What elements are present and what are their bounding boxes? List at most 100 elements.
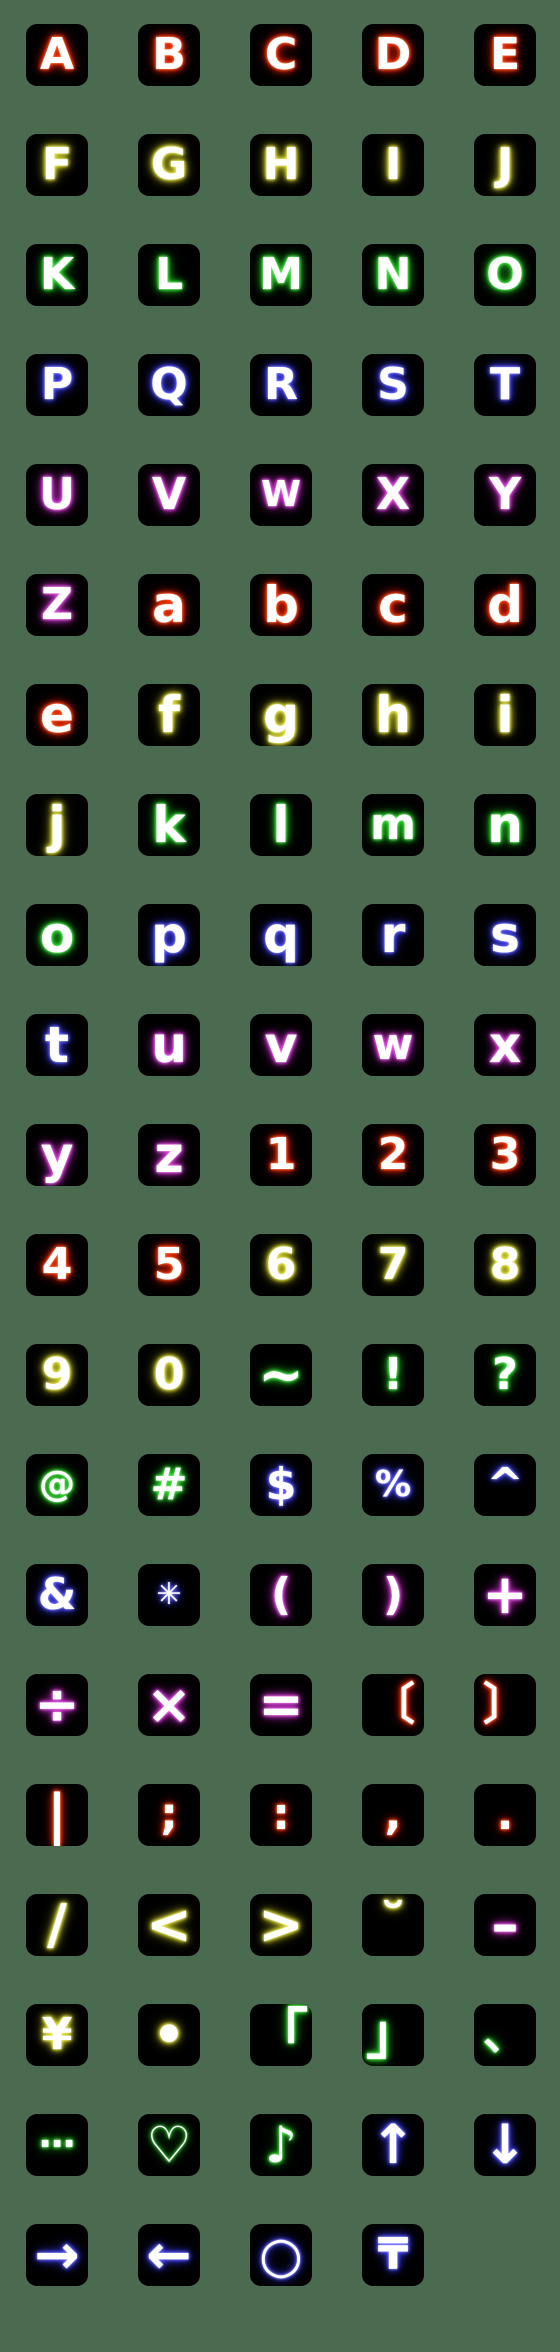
glyph-tile-exclamation-mark[interactable]: ! <box>362 1344 424 1406</box>
glyph-tile-letter-f[interactable]: F <box>26 134 88 196</box>
glyph-tile-letter-s[interactable]: S <box>362 354 424 416</box>
glyph-tile-tenge-currency-symbol[interactable]: ₸ <box>362 2224 424 2286</box>
glyph-tile-left-parenthesis[interactable]: ( <box>250 1564 312 1626</box>
glyph-tile-percent-symbol[interactable]: % <box>362 1454 424 1516</box>
glyph-tile-multiplication-symbol[interactable]: × <box>138 1674 200 1736</box>
glyph-tile-plus-symbol[interactable]: + <box>474 1564 536 1626</box>
glyph-tile-letter-k[interactable]: K <box>26 244 88 306</box>
glyph-tile-letter-a-lower[interactable]: a <box>138 574 200 636</box>
glyph-tile-letter-v-lower[interactable]: v <box>250 1014 312 1076</box>
glyph-tile-letter-n[interactable]: N <box>362 244 424 306</box>
glyph-tile-arrow-right-icon[interactable]: → <box>26 2224 88 2286</box>
glyph-tile-letter-q[interactable]: Q <box>138 354 200 416</box>
glyph-tile-letter-t-lower[interactable]: t <box>26 1014 88 1076</box>
glyph-tile-letter-l[interactable]: L <box>138 244 200 306</box>
glyph-tile-letter-y-lower[interactable]: y <box>26 1124 88 1186</box>
glyph-tile-right-bracket[interactable]: 〕 <box>474 1674 536 1736</box>
glyph-tile-digit-4[interactable]: 4 <box>26 1234 88 1296</box>
glyph-tile-ampersand-symbol[interactable]: & <box>26 1564 88 1626</box>
glyph-tile-letter-d[interactable]: D <box>362 24 424 86</box>
glyph-tile-period[interactable]: . <box>474 1784 536 1846</box>
glyph-tile-left-bracket[interactable]: 〔 <box>362 1674 424 1736</box>
glyph-tile-arrow-left-icon[interactable]: ← <box>138 2224 200 2286</box>
glyph-tile-letter-p-lower[interactable]: p <box>138 904 200 966</box>
glyph-tile-letter-e-lower[interactable]: e <box>26 684 88 746</box>
glyph-tile-equals-symbol[interactable]: = <box>250 1674 312 1736</box>
glyph-tile-letter-b-lower[interactable]: b <box>250 574 312 636</box>
glyph-tile-music-note-icon[interactable]: ♪ <box>250 2114 312 2176</box>
glyph-tile-corner-bracket-left[interactable]: 「 <box>250 2004 312 2066</box>
glyph-tile-arrow-down-icon[interactable]: ↓ <box>474 2114 536 2176</box>
glyph-tile-letter-m-lower[interactable]: m <box>362 794 424 856</box>
glyph-tile-letter-c-lower[interactable]: c <box>362 574 424 636</box>
glyph-tile-hash-symbol[interactable]: # <box>138 1454 200 1516</box>
glyph-tile-dollar-symbol[interactable]: $ <box>250 1454 312 1516</box>
glyph-tile-letter-h-lower[interactable]: h <box>362 684 424 746</box>
glyph-tile-ellipsis-dots-symbol[interactable]: ⋯ <box>26 2114 88 2176</box>
glyph-tile-letter-i-lower[interactable]: i <box>474 684 536 746</box>
glyph-tile-letter-i[interactable]: I <box>362 134 424 196</box>
glyph-tile-letter-q-lower[interactable]: q <box>250 904 312 966</box>
glyph-tile-ideographic-comma[interactable]: 、 <box>474 2004 536 2066</box>
glyph-tile-less-than-symbol[interactable]: < <box>138 1894 200 1956</box>
glyph-tile-corner-bracket-right[interactable]: 」 <box>362 2004 424 2066</box>
glyph-tile-question-mark[interactable]: ? <box>474 1344 536 1406</box>
glyph-tile-bullet-dot-symbol[interactable]: • <box>138 2004 200 2066</box>
glyph-tile-letter-y[interactable]: Y <box>474 464 536 526</box>
glyph-tile-digit-1[interactable]: 1 <box>250 1124 312 1186</box>
glyph-tile-letter-r-lower[interactable]: r <box>362 904 424 966</box>
glyph-tile-yen-symbol[interactable]: ¥ <box>26 2004 88 2066</box>
glyph-tile-letter-z-upper[interactable]: Z <box>26 574 88 636</box>
glyph-tile-arrow-up-icon[interactable]: ↑ <box>362 2114 424 2176</box>
glyph-tile-letter-x-lower[interactable]: x <box>474 1014 536 1076</box>
glyph-tile-heart-outline-icon[interactable]: ♡ <box>138 2114 200 2176</box>
glyph-tile-letter-p[interactable]: P <box>26 354 88 416</box>
glyph-tile-digit-3[interactable]: 3 <box>474 1124 536 1186</box>
glyph-tile-letter-v[interactable]: V <box>138 464 200 526</box>
glyph-tile-letter-s-lower[interactable]: s <box>474 904 536 966</box>
glyph-tile-right-parenthesis[interactable]: ) <box>362 1564 424 1626</box>
glyph-tile-letter-o-lower[interactable]: o <box>26 904 88 966</box>
glyph-tile-asterisk-symbol[interactable]: ✳ <box>138 1564 200 1626</box>
glyph-tile-letter-l-lower[interactable]: l <box>250 794 312 856</box>
glyph-tile-en-dash-symbol[interactable]: – <box>474 1894 536 1956</box>
glyph-tile-digit-2[interactable]: 2 <box>362 1124 424 1186</box>
glyph-tile-greater-than-symbol[interactable]: > <box>250 1894 312 1956</box>
glyph-tile-letter-x[interactable]: X <box>362 464 424 526</box>
glyph-tile-letter-c[interactable]: C <box>250 24 312 86</box>
glyph-tile-digit-6[interactable]: 6 <box>250 1234 312 1296</box>
glyph-tile-letter-b[interactable]: B <box>138 24 200 86</box>
glyph-tile-letter-u[interactable]: U <box>26 464 88 526</box>
glyph-tile-letter-g-lower[interactable]: g <box>250 684 312 746</box>
glyph-tile-digit-9[interactable]: 9 <box>26 1344 88 1406</box>
glyph-tile-division-symbol[interactable]: ÷ <box>26 1674 88 1736</box>
glyph-tile-at-symbol[interactable]: @ <box>26 1454 88 1516</box>
glyph-tile-semicolon[interactable]: ; <box>138 1784 200 1846</box>
glyph-tile-letter-t[interactable]: T <box>474 354 536 416</box>
glyph-tile-breve-curve-symbol[interactable]: ˘ <box>362 1894 424 1956</box>
glyph-tile-letter-z-lower[interactable]: z <box>138 1124 200 1186</box>
glyph-tile-tilde-symbol[interactable]: ~ <box>250 1344 312 1406</box>
glyph-tile-letter-n-lower[interactable]: n <box>474 794 536 856</box>
glyph-tile-digit-0[interactable]: 0 <box>138 1344 200 1406</box>
glyph-tile-letter-f-lower[interactable]: f <box>138 684 200 746</box>
glyph-tile-letter-w[interactable]: W <box>250 464 312 526</box>
glyph-tile-digit-7[interactable]: 7 <box>362 1234 424 1296</box>
glyph-tile-letter-r[interactable]: R <box>250 354 312 416</box>
glyph-tile-letter-g[interactable]: G <box>138 134 200 196</box>
glyph-tile-letter-j-lower[interactable]: j <box>26 794 88 856</box>
glyph-tile-letter-w-lower[interactable]: w <box>362 1014 424 1076</box>
glyph-tile-colon[interactable]: : <box>250 1784 312 1846</box>
glyph-tile-circle-outline-icon[interactable]: ○ <box>250 2224 312 2286</box>
glyph-tile-letter-j[interactable]: J <box>474 134 536 196</box>
glyph-tile-letter-m[interactable]: M <box>250 244 312 306</box>
glyph-tile-slash-symbol[interactable]: / <box>26 1894 88 1956</box>
glyph-tile-letter-o[interactable]: O <box>474 244 536 306</box>
glyph-tile-letter-k-lower[interactable]: k <box>138 794 200 856</box>
glyph-tile-digit-5[interactable]: 5 <box>138 1234 200 1296</box>
glyph-tile-comma[interactable]: , <box>362 1784 424 1846</box>
glyph-tile-letter-e[interactable]: E <box>474 24 536 86</box>
glyph-tile-letter-d-lower[interactable]: d <box>474 574 536 636</box>
glyph-tile-digit-8[interactable]: 8 <box>474 1234 536 1296</box>
glyph-tile-vertical-bar[interactable]: | <box>26 1784 88 1846</box>
